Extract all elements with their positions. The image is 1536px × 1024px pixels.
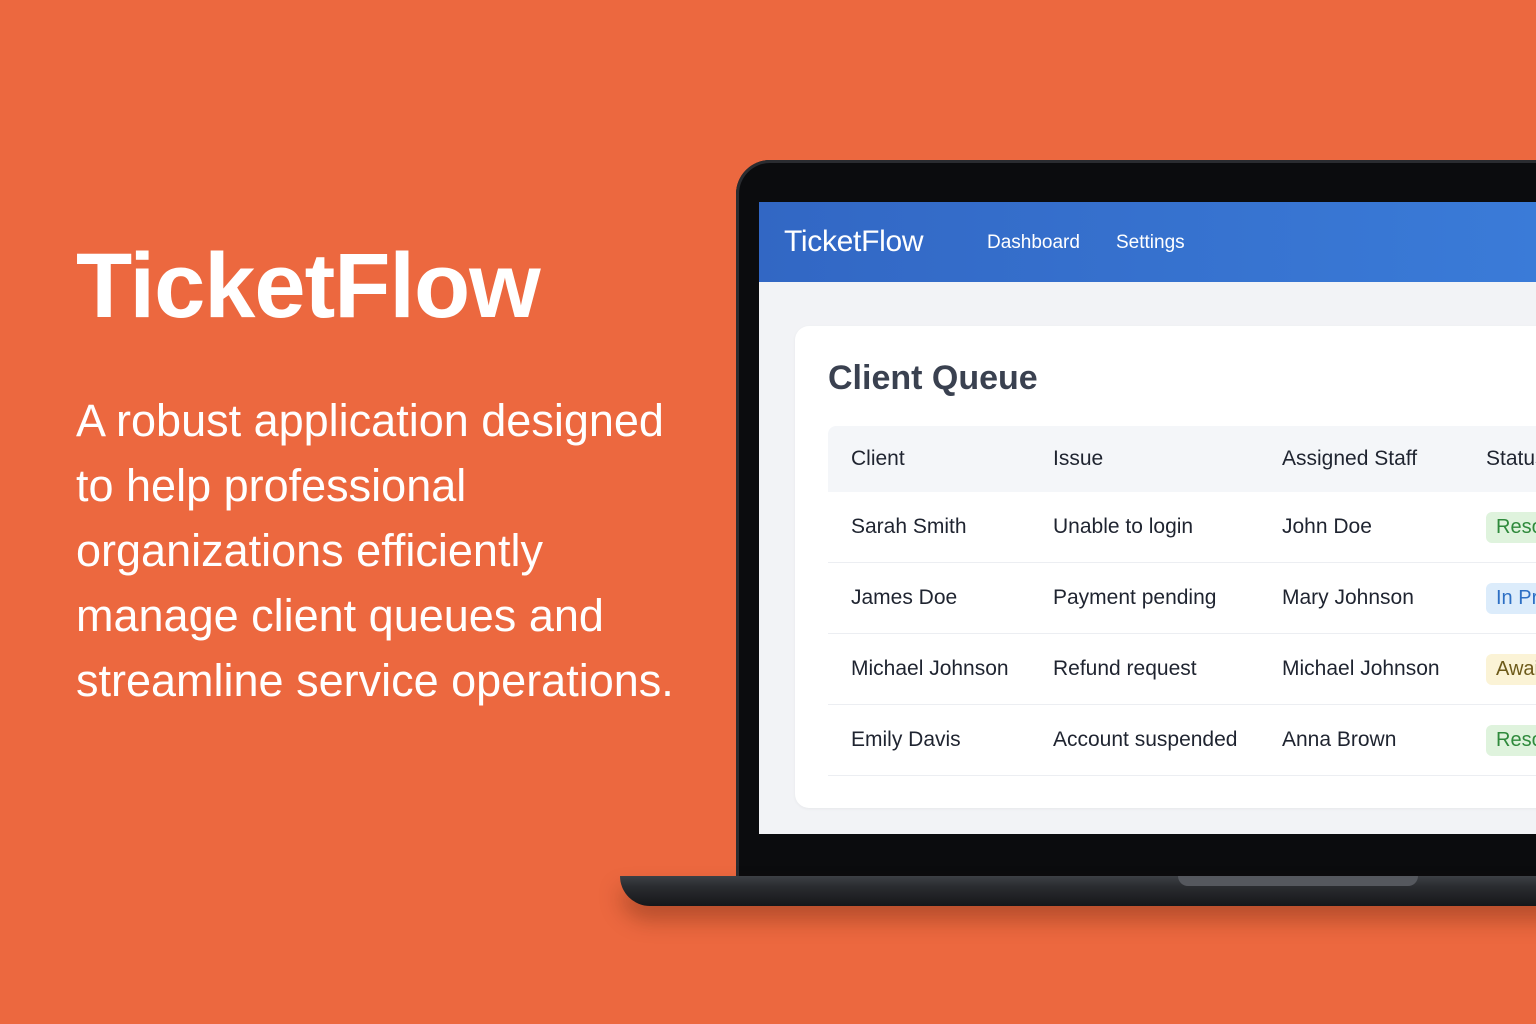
- app-screen: TicketFlow Dashboard Settings Client Que…: [759, 202, 1536, 834]
- client-cell: Emily Davis: [828, 704, 1030, 776]
- column-header-client[interactable]: Client: [828, 426, 1030, 492]
- table-row[interactable]: Sarah Smith Unable to login John Doe Res…: [828, 492, 1536, 563]
- client-cell: Sarah Smith: [828, 492, 1030, 563]
- table-row[interactable]: Michael Johnson Refund request Michael J…: [828, 633, 1536, 705]
- issue-cell: Unable to login: [1030, 492, 1259, 563]
- staff-cell: John Doe: [1259, 492, 1463, 563]
- client-queue-card: Client Queue Client Issue Assigned Staff…: [795, 326, 1536, 808]
- status-cell: Awaiting: [1463, 633, 1536, 705]
- app-brand[interactable]: TicketFlow: [784, 222, 924, 262]
- staff-cell: Michael Johnson: [1259, 633, 1463, 705]
- column-header-issue[interactable]: Issue: [1030, 426, 1259, 492]
- app-navbar: TicketFlow Dashboard Settings: [759, 202, 1536, 282]
- staff-cell: Mary Johnson: [1259, 562, 1463, 634]
- client-queue-title: Client Queue: [828, 359, 1038, 397]
- nav-link-settings[interactable]: Settings: [1116, 231, 1185, 255]
- issue-cell: Account suspended: [1030, 704, 1259, 776]
- status-badge: Awaiting: [1486, 653, 1536, 685]
- client-cell: Michael Johnson: [828, 633, 1030, 705]
- column-header-assigned-staff[interactable]: Assigned Staff: [1259, 426, 1463, 492]
- nav-link-dashboard[interactable]: Dashboard: [987, 231, 1080, 255]
- status-badge: Resolved: [1486, 511, 1536, 543]
- client-cell: James Doe: [828, 562, 1030, 634]
- promo-title: TicketFlow: [76, 235, 541, 337]
- status-cell: Resolved: [1463, 704, 1536, 776]
- client-queue-table: Client Issue Assigned Staff Status Sarah…: [828, 426, 1536, 776]
- table-row[interactable]: James Doe Payment pending Mary Johnson I…: [828, 562, 1536, 634]
- promo-description: A robust application designed to help pr…: [76, 395, 674, 706]
- laptop-hinge-notch: [1178, 876, 1418, 886]
- status-badge: In Progress: [1486, 582, 1536, 614]
- status-cell: In Progress: [1463, 562, 1536, 634]
- status-badge: Resolved: [1486, 724, 1536, 756]
- staff-cell: Anna Brown: [1259, 704, 1463, 776]
- issue-cell: Refund request: [1030, 633, 1259, 705]
- column-header-status[interactable]: Status: [1463, 426, 1536, 492]
- table-row[interactable]: Emily Davis Account suspended Anna Brown…: [828, 704, 1536, 776]
- issue-cell: Payment pending: [1030, 562, 1259, 634]
- table-header-row: Client Issue Assigned Staff Status: [828, 426, 1536, 492]
- status-cell: Resolved: [1463, 492, 1536, 563]
